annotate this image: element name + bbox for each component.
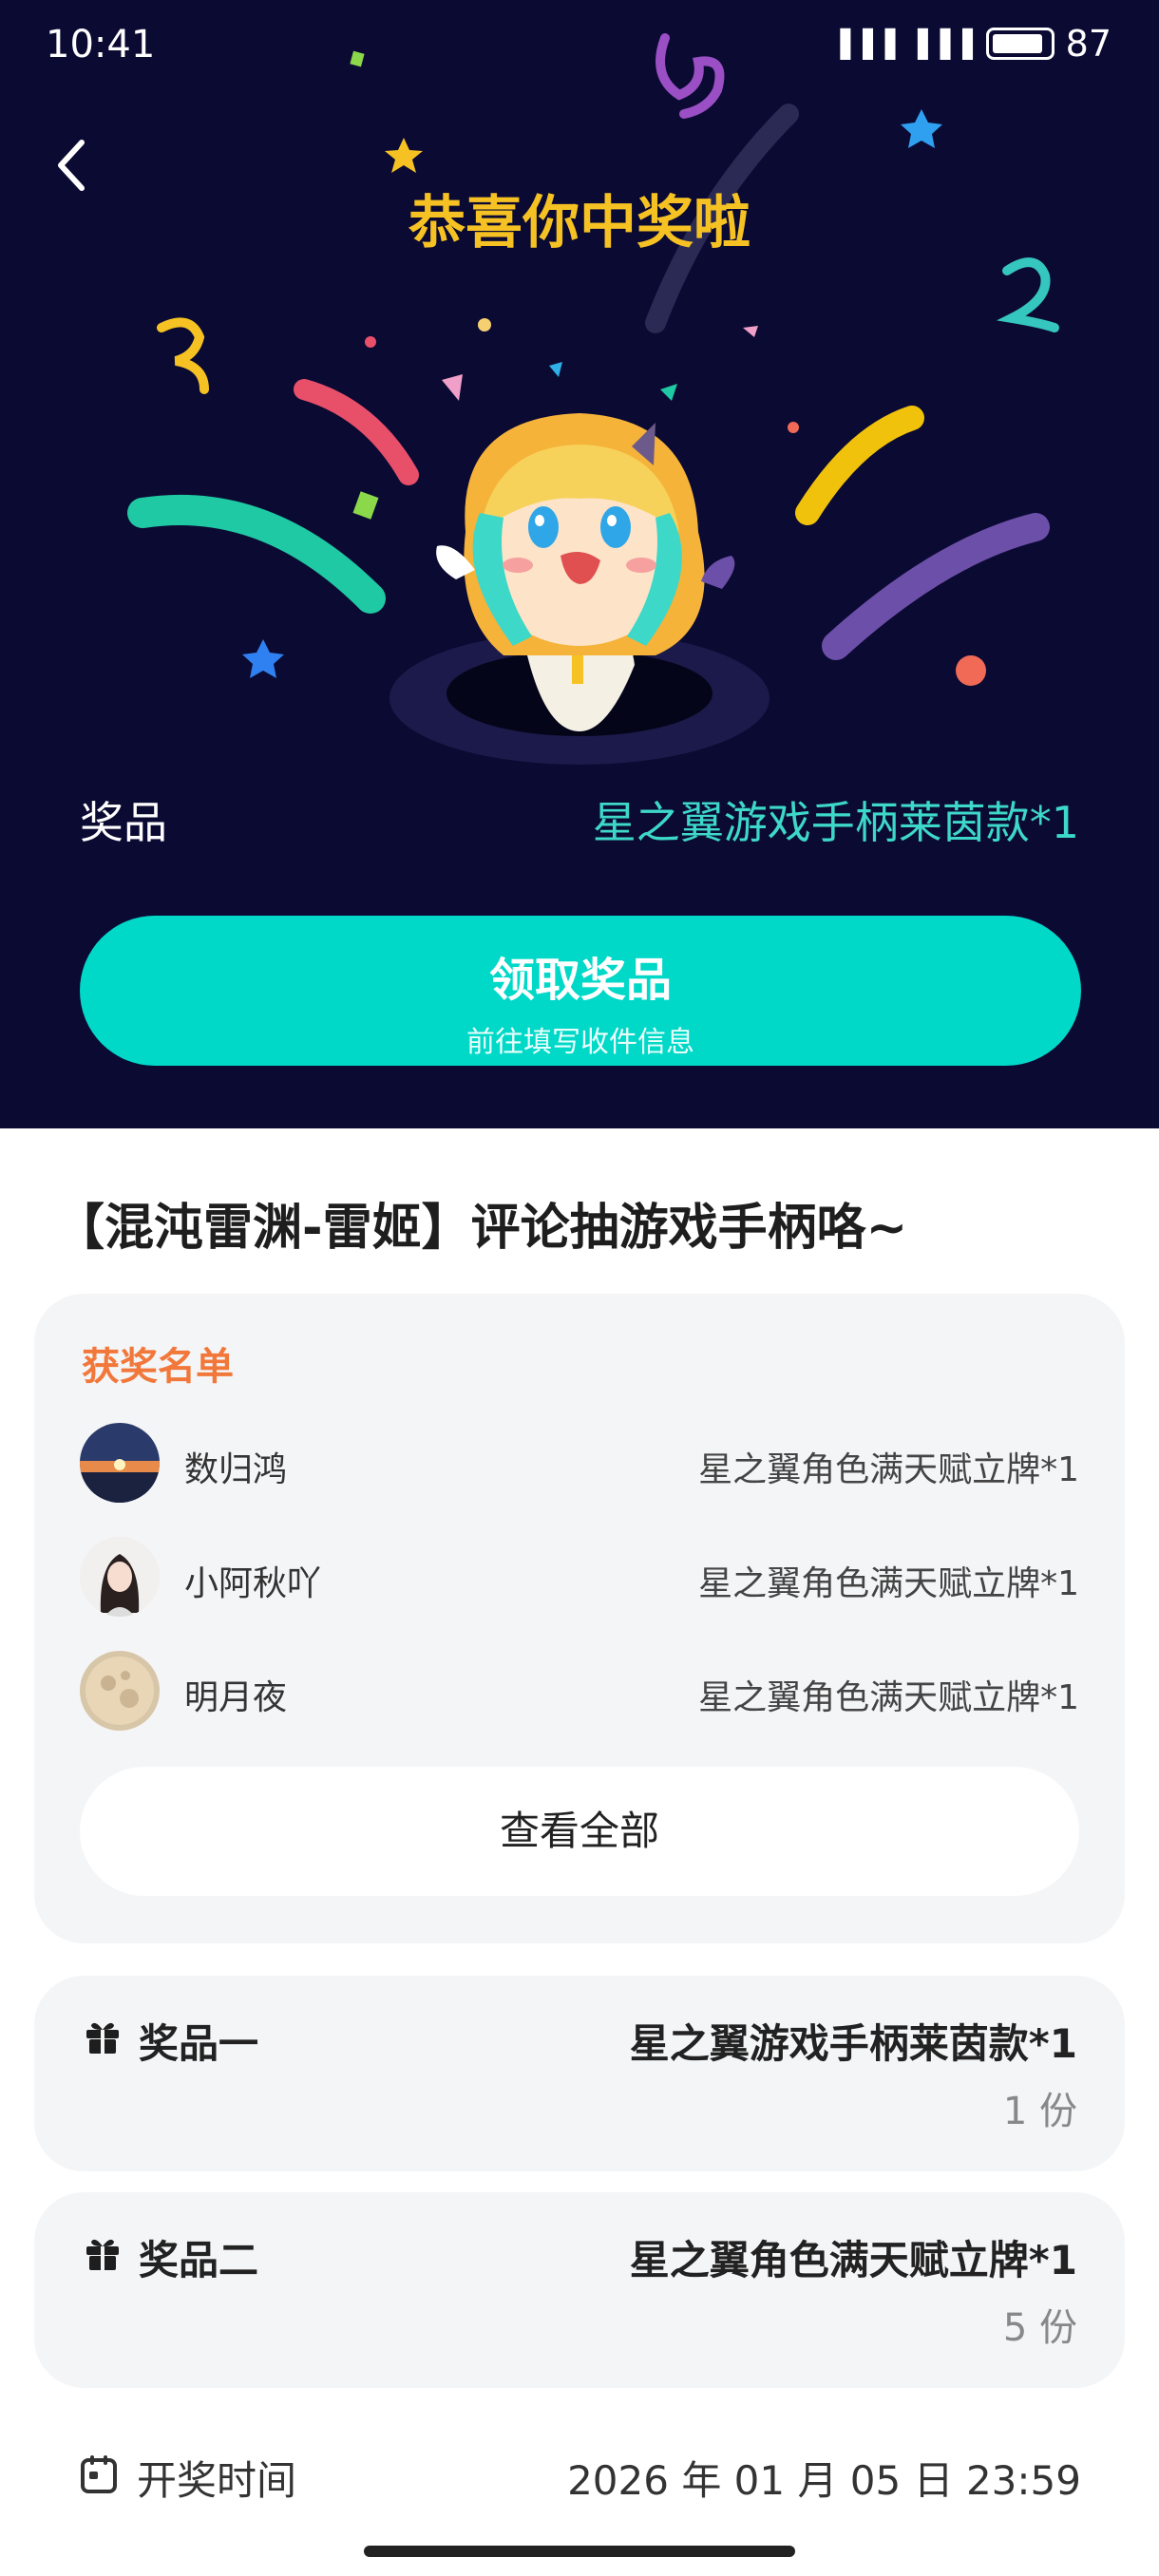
prize-item: 星之翼角色满天赋立牌*1 <box>629 2237 1077 2283</box>
view-all-button[interactable]: 查看全部 <box>80 1767 1079 1896</box>
winner-prize: 星之翼角色满天赋立牌*1 <box>698 1564 1079 1603</box>
activity-title: 【混沌雷渊-雷姬】评论抽游戏手柄咯~ <box>55 1200 908 1257</box>
confetti-ribbon <box>294 379 419 485</box>
prize-name: 奖品二 <box>139 2237 259 2283</box>
prize-card: 奖品二 星之翼角色满天赋立牌*1 5 份 <box>34 2192 1125 2388</box>
winner-row: 数归鸿 星之翼角色满天赋立牌*1 <box>80 1423 1079 1508</box>
prize-name: 奖品一 <box>139 2020 259 2067</box>
claim-button-sublabel: 前往填写收件信息 <box>466 1026 694 1059</box>
prize-count: 1 份 <box>1002 2090 1077 2133</box>
prize-count: 5 份 <box>1002 2306 1077 2350</box>
winner-row: 明月夜 星之翼角色满天赋立牌*1 <box>80 1651 1079 1736</box>
winners-title: 获奖名单 <box>82 1345 234 1389</box>
prize-hero: 10:41 ▐▐▐ ▐▐▐ 87 恭喜你中奖啦 奖品 星之翼游戏手柄莱茵款*1 … <box>0 0 1159 1128</box>
prize-value: 星之翼游戏手柄莱茵款*1 <box>592 797 1079 848</box>
confetti-ribbon <box>795 406 924 525</box>
claim-button-label: 领取奖品 <box>488 954 672 1007</box>
draw-time-value: 2026 年 01 月 05 日 23:59 <box>567 2457 1081 2504</box>
confetti-squiggle <box>997 257 1059 332</box>
draw-time-row: 开奖时间 2026 年 01 月 05 日 23:59 <box>80 2447 1081 2504</box>
prize-item: 星之翼游戏手柄莱茵款*1 <box>629 2020 1077 2067</box>
confetti-ribbon <box>127 494 386 614</box>
avatar <box>80 1651 160 1731</box>
draw-time-label: 开奖时间 <box>137 2457 297 2504</box>
page-title: 恭喜你中奖啦 <box>408 190 750 256</box>
calendar-icon <box>81 2455 117 2493</box>
celebration-illustration <box>127 33 1059 765</box>
winner-name: 数归鸿 <box>184 1450 288 1489</box>
prize-label: 奖品 <box>80 797 167 848</box>
claim-prize-button[interactable]: 领取奖品 前往填写收件信息 <box>80 916 1081 1066</box>
winner-name: 小阿秋吖 <box>184 1564 322 1603</box>
winners-card: 获奖名单 数归鸿 星之翼角色满天赋立牌*1 小阿秋吖 星之翼角色满天赋立牌*1 <box>34 1294 1125 1943</box>
winner-name: 明月夜 <box>184 1678 288 1717</box>
confetti-squiggle <box>656 33 725 119</box>
gift-icon <box>86 2239 119 2270</box>
gift-icon <box>86 2022 119 2054</box>
winner-prize: 星之翼角色满天赋立牌*1 <box>698 1678 1079 1717</box>
winner-row: 小阿秋吖 星之翼角色满天赋立牌*1 <box>80 1537 1079 1622</box>
home-indicator[interactable] <box>364 2546 795 2557</box>
confetti-ribbon <box>822 513 1050 660</box>
avatar <box>80 1423 160 1503</box>
winner-prize: 星之翼角色满天赋立牌*1 <box>698 1450 1079 1489</box>
confetti-squiggle <box>157 317 209 394</box>
prize-card: 奖品一 星之翼游戏手柄莱茵款*1 1 份 <box>34 1976 1125 2171</box>
avatar <box>80 1537 160 1617</box>
